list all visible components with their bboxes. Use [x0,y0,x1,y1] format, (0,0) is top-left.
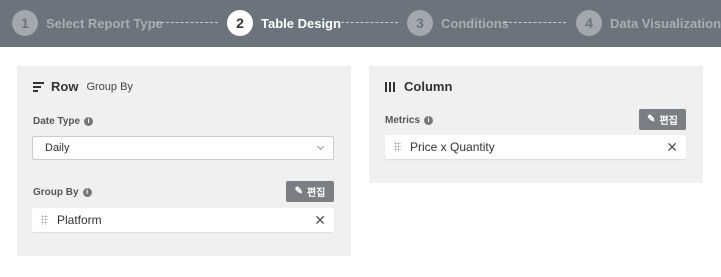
info-icon[interactable]: i [82,188,92,197]
group-by-label: Group By i [33,187,92,198]
step-select-report-type[interactable]: 1 Select Report Type [12,10,163,36]
step-label: Conditions [441,15,509,31]
metrics-label: Metrics i [385,115,434,126]
group-by-item-label: Platform [57,213,102,227]
step-data-visualization[interactable]: 4 Data Visualization [576,10,721,36]
metrics-edit-button[interactable]: ✎ 편집 [639,109,686,130]
row-panel: Row Group By Date Type i Daily Group By … [17,66,351,256]
step-label: Table Design [261,15,341,31]
step-table-design[interactable]: 2 Table Design [227,10,341,36]
edit-button-label: 편집 [659,116,678,127]
drag-handle-icon[interactable] [394,142,401,152]
date-type-label-text: Date Type [33,116,81,127]
row-panel-title: Row [51,79,79,94]
group-by-label-text: Group By [33,187,79,198]
column-panel-header: Column [385,79,452,94]
drag-handle-icon[interactable] [41,215,48,225]
columns-icon [385,81,397,92]
step-label: Data Visualization [610,15,721,31]
row-panel-header: Row Group By [33,79,133,94]
row-lines-icon [33,80,44,94]
pencil-icon: ✎ [294,186,303,197]
group-by-item-platform[interactable]: Platform ✕ [32,208,334,232]
group-by-edit-button[interactable]: ✎ 편집 [286,181,334,202]
info-icon[interactable]: i [424,116,434,125]
step-connector [156,22,218,23]
pencil-icon: ✎ [647,114,656,125]
metric-item-price-x-quantity[interactable]: Price x Quantity ✕ [385,135,686,159]
metric-item-label: Price x Quantity [410,140,495,154]
date-type-label: Date Type i [33,116,94,127]
step-number: 3 [407,10,433,36]
report-wizard-stepper: 1 Select Report Type 2 Table Design 3 Co… [0,0,721,47]
date-type-select[interactable]: Daily [32,136,334,160]
step-connector [504,22,566,23]
column-panel-title: Column [404,79,453,94]
step-number: 4 [576,10,602,36]
edit-button-label: 편집 [306,188,326,199]
row-panel-subtitle: Group By [86,80,133,93]
step-number: 1 [12,10,38,36]
date-type-value: Daily [45,142,70,154]
close-icon[interactable]: ✕ [666,140,678,154]
info-icon[interactable]: i [84,117,94,126]
step-conditions[interactable]: 3 Conditions [407,10,509,36]
chevron-down-icon [316,142,325,151]
step-connector [336,22,398,23]
column-panel: Column Metrics i ✎ 편집 Price x Quantity ✕ [369,66,703,183]
metrics-label-text: Metrics [385,115,421,126]
close-icon[interactable]: ✕ [314,213,326,227]
step-label: Select Report Type [46,15,163,31]
step-number: 2 [227,10,253,36]
